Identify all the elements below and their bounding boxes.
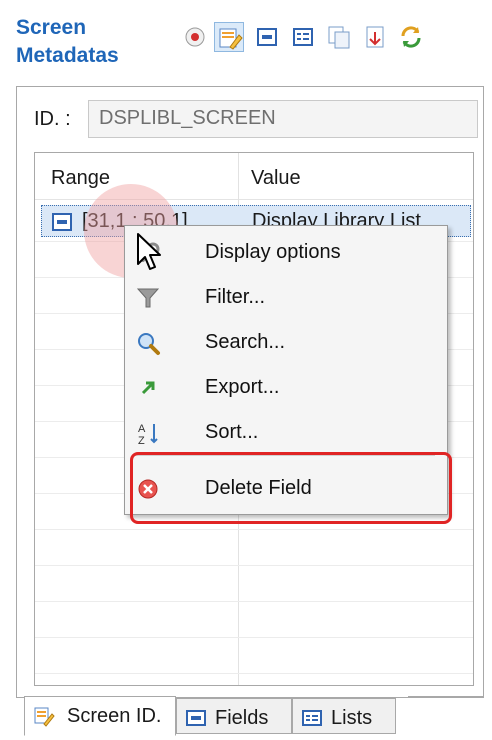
export-arrow-icon [135, 375, 161, 401]
filter-icon [135, 285, 161, 311]
tab-lists[interactable]: Lists [292, 698, 396, 734]
column-header-value[interactable]: Value [251, 167, 301, 190]
field-icon [186, 710, 206, 726]
list-icon [302, 710, 322, 726]
menu-item-label: Sort... [205, 421, 259, 443]
tab-label: Lists [331, 707, 373, 729]
menu-item-export[interactable]: Export... [125, 365, 447, 409]
tab-label: Fields [215, 707, 269, 729]
panel-header: Screen Metadatas [0, 0, 492, 82]
highlight-box [130, 452, 452, 524]
menu-item-label: Export... [205, 376, 280, 398]
record-icon[interactable] [180, 22, 210, 52]
menu-item-label: Search... [205, 331, 286, 353]
row-divider [35, 637, 473, 638]
svg-text:A: A [138, 423, 146, 435]
row-divider [35, 529, 473, 530]
menu-item-search[interactable]: Search... [125, 320, 447, 364]
menu-item-display-options[interactable]: Display options [125, 230, 447, 274]
id-field[interactable]: DSPLIBL_SCREEN [88, 100, 478, 138]
magnifier-icon [135, 330, 161, 356]
sort-az-icon: AZ [135, 420, 161, 446]
table-header: Range Value [35, 153, 473, 200]
screen-edit-icon[interactable] [214, 22, 244, 52]
refresh-icon[interactable] [396, 22, 426, 52]
list-icon[interactable] [288, 22, 318, 52]
tab-fields[interactable]: Fields [176, 698, 292, 734]
menu-item-sort[interactable]: AZ Sort... [125, 410, 447, 454]
tab-strip-filler [408, 696, 484, 735]
menu-item-filter[interactable]: Filter... [125, 275, 447, 319]
row-divider [35, 565, 473, 566]
mouse-cursor-icon [137, 233, 161, 270]
column-header-range[interactable]: Range [51, 167, 110, 190]
screen-copy-icon[interactable] [324, 22, 354, 52]
field-icon [52, 213, 72, 231]
id-label: ID. : [34, 108, 71, 130]
field-icon[interactable] [252, 22, 282, 52]
menu-item-label: Filter... [205, 286, 266, 308]
screen-id-icon [34, 707, 55, 727]
panel-title: Screen Metadatas [16, 16, 119, 67]
row-divider [35, 601, 473, 602]
export-down-icon[interactable] [360, 22, 390, 52]
menu-item-label: Display options [205, 241, 341, 263]
row-divider [35, 673, 473, 674]
svg-text:Z: Z [138, 435, 145, 446]
tab-label: Screen ID. [67, 705, 162, 727]
panel-tabs: Screen ID. Fields Lists [16, 696, 484, 740]
tab-screen-id[interactable]: Screen ID. [24, 696, 176, 736]
